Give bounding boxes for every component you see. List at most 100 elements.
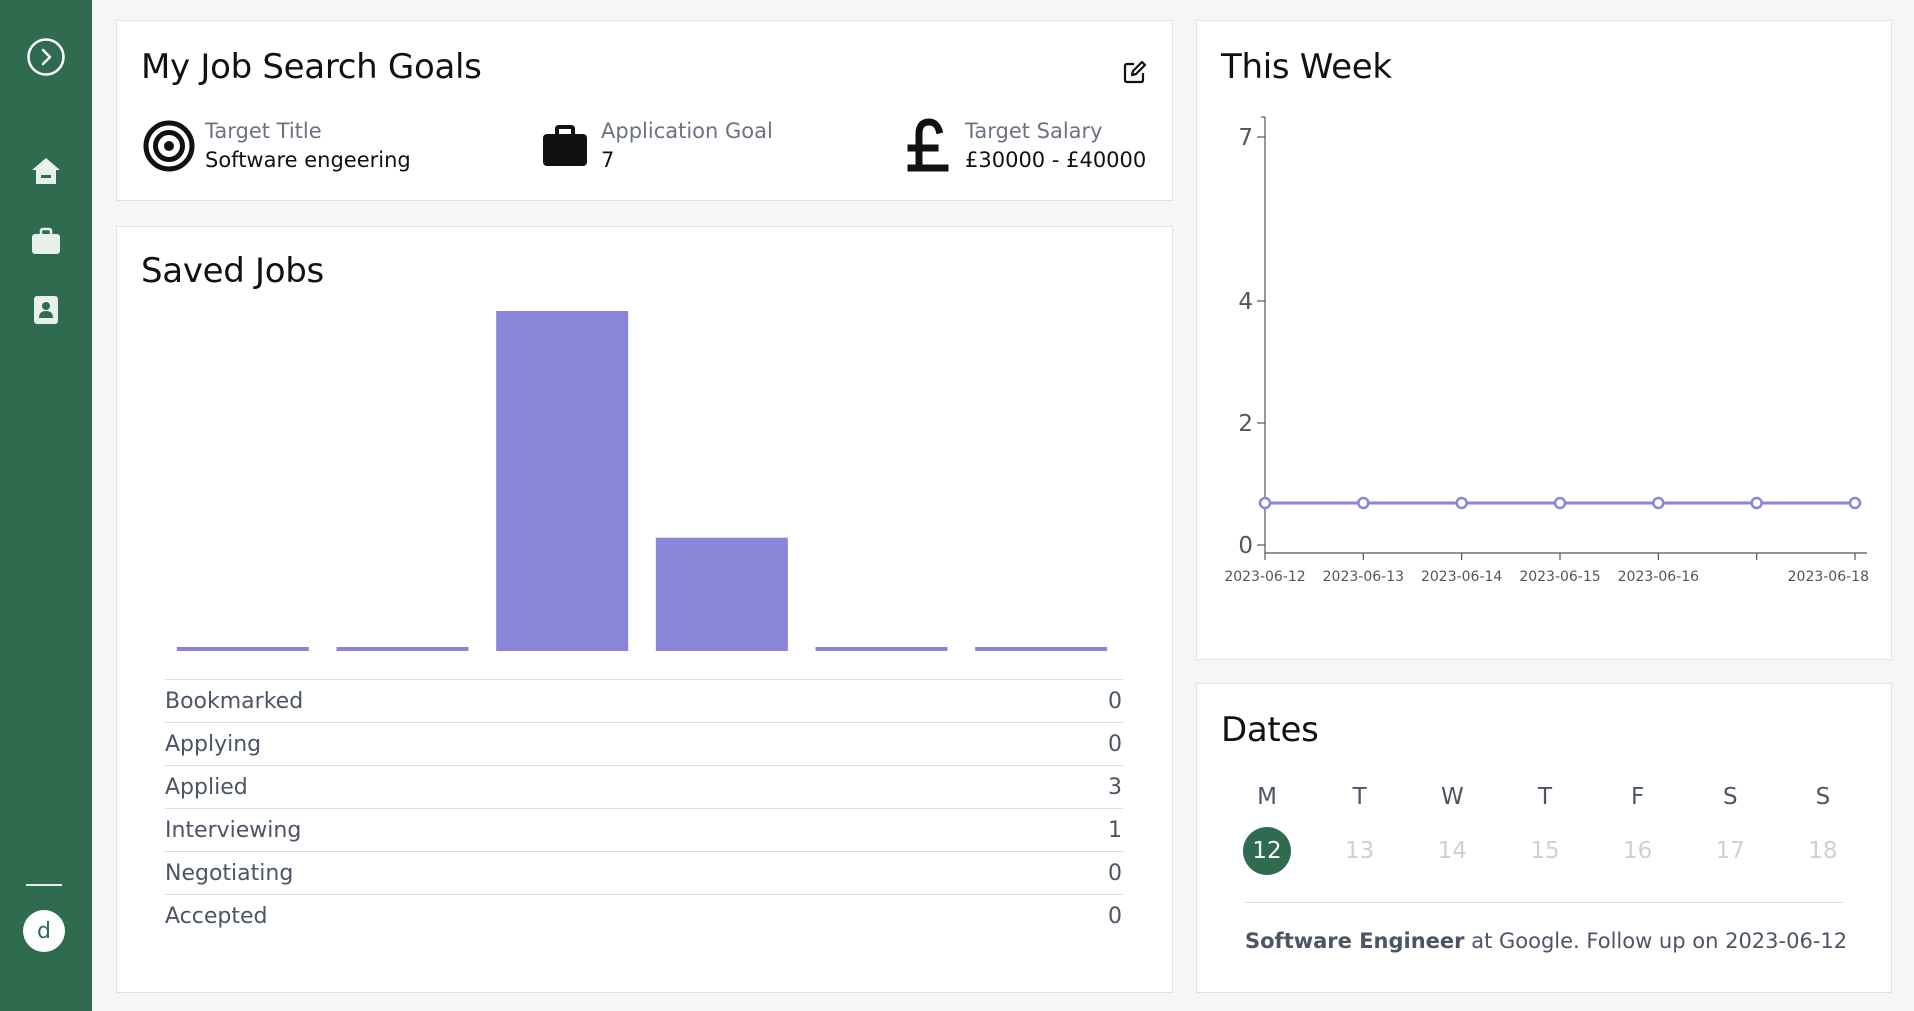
goal-value: Software engeering xyxy=(205,148,411,172)
sidebar-toggle-button[interactable] xyxy=(0,32,92,82)
table-row[interactable]: Applying 0 xyxy=(165,722,1123,765)
status-label: Bookmarked xyxy=(165,688,304,714)
day-cell[interactable]: 13 xyxy=(1314,827,1406,875)
this-week-card: This Week 0 2 4 7 2023-06-12 2023-06-13 2023-0… xyxy=(1196,20,1892,660)
data-point xyxy=(1848,496,1862,510)
goal-value: £30000 - £40000 xyxy=(965,148,1147,172)
y-tick-label: 0 xyxy=(1238,533,1253,559)
job-search-goals-card: My Job Search Goals Target Title Softwar… xyxy=(116,20,1173,201)
table-row[interactable]: Applied 3 xyxy=(165,765,1123,808)
event-title: Software Engineer xyxy=(1245,929,1465,953)
data-point xyxy=(1750,496,1763,510)
day-cell[interactable]: 15 xyxy=(1499,827,1591,875)
briefcase-icon xyxy=(32,227,60,254)
goal-label: Application Goal xyxy=(601,119,773,143)
goal-target-salary: Target Salary £30000 - £40000 xyxy=(901,117,1146,175)
saved-jobs-bar-chart xyxy=(176,311,1108,651)
status-label: Accepted xyxy=(165,903,268,929)
sidebar-item-contacts[interactable] xyxy=(0,285,92,335)
status-count: 3 xyxy=(1108,774,1122,800)
weekday-label: W xyxy=(1440,784,1464,810)
x-tick-label: 2023-06-12 xyxy=(1224,569,1305,585)
home-icon xyxy=(32,158,60,184)
table-row[interactable]: Interviewing 1 xyxy=(165,808,1123,851)
weekday-label: S xyxy=(1722,784,1738,810)
day-number: 17 xyxy=(1715,838,1745,864)
day-number: 16 xyxy=(1622,838,1653,864)
x-tick-label: 2023-06-14 xyxy=(1421,569,1502,585)
briefcase-icon xyxy=(537,118,593,174)
day-cell[interactable]: 14 xyxy=(1406,827,1498,875)
status-count: 0 xyxy=(1108,688,1122,714)
goal-application: Application Goal 7 xyxy=(537,117,773,175)
status-count: 0 xyxy=(1108,731,1122,757)
bar-negotiating xyxy=(815,647,948,651)
table-row[interactable]: Negotiating 0 xyxy=(165,851,1123,894)
edit-goals-button[interactable] xyxy=(1122,59,1148,85)
weekday-label: T xyxy=(1352,784,1367,810)
dates-card: Dates M T W T F S S 12 13 14 15 16 17 18… xyxy=(1196,683,1892,993)
dates-divider xyxy=(1245,902,1843,903)
saved-jobs-status-table: Bookmarked 0 Applying 0 Applied 3 Interview… xyxy=(165,679,1123,937)
weekday-label: F xyxy=(1631,784,1645,810)
status-label: Negotiating xyxy=(165,860,294,886)
status-label: Applied xyxy=(165,774,248,800)
sidebar-divider xyxy=(26,884,62,886)
data-point xyxy=(1455,496,1468,510)
x-tick-label: 2023-06-15 xyxy=(1519,569,1600,585)
status-count: 1 xyxy=(1108,817,1122,843)
day-cell[interactable]: 18 xyxy=(1777,827,1869,875)
status-label: Applying xyxy=(165,731,262,757)
table-row[interactable]: Accepted 0 xyxy=(165,894,1123,937)
edit-icon xyxy=(1123,60,1147,84)
day-cell[interactable]: 17 xyxy=(1684,827,1776,875)
status-label: Interviewing xyxy=(165,817,302,843)
bar-accepted xyxy=(975,647,1108,651)
day-number-row: 12 13 14 15 16 17 18 xyxy=(1221,827,1869,875)
day-number: 15 xyxy=(1530,838,1560,864)
data-point xyxy=(1652,496,1665,510)
sidebar: d xyxy=(0,0,92,1011)
goals-title: My Job Search Goals xyxy=(141,47,482,87)
event-item[interactable]: Software Engineer at Google. Follow up o… xyxy=(1245,929,1847,953)
avatar[interactable]: d xyxy=(23,910,65,952)
sidebar-item-jobs[interactable] xyxy=(0,216,92,266)
data-point xyxy=(1258,496,1272,510)
sidebar-item-home[interactable] xyxy=(0,146,92,196)
saved-jobs-title: Saved Jobs xyxy=(141,251,324,291)
y-tick-label: 2 xyxy=(1238,411,1253,437)
weekday-label: M xyxy=(1257,784,1277,810)
day-number: 13 xyxy=(1345,838,1375,864)
day-number: 12 xyxy=(1243,827,1291,875)
goal-label: Target Title xyxy=(205,119,322,143)
bar-interviewing xyxy=(655,537,788,651)
chevron-right-circle-icon xyxy=(27,38,65,76)
event-text: at Google. Follow up on 2023-06-12 xyxy=(1464,929,1848,953)
bar-bookmarked xyxy=(176,647,309,651)
day-cell[interactable]: 16 xyxy=(1592,827,1684,875)
dates-title: Dates xyxy=(1221,710,1319,750)
target-icon xyxy=(141,118,197,174)
x-tick-label: 2023-06-13 xyxy=(1323,569,1404,585)
pound-icon xyxy=(901,118,957,174)
status-count: 0 xyxy=(1108,903,1122,929)
weekday-label: S xyxy=(1815,784,1831,810)
goal-value: 7 xyxy=(601,148,615,172)
table-row[interactable]: Bookmarked 0 xyxy=(165,679,1123,722)
y-tick-label: 4 xyxy=(1238,289,1253,315)
this-week-line-chart: 0 2 4 7 2023-06-12 2023-06-13 2023-06-14 2023-0… xyxy=(1224,116,1869,585)
goal-label: Target Salary xyxy=(965,119,1103,143)
day-number: 18 xyxy=(1808,838,1838,864)
data-point xyxy=(1553,496,1567,510)
bar-applying xyxy=(336,647,469,651)
saved-jobs-card: Saved Jobs Bookmarked 0 Applying 0 Applied… xyxy=(116,226,1173,993)
day-number: 14 xyxy=(1437,838,1467,864)
weekday-label: T xyxy=(1537,784,1552,810)
data-point xyxy=(1357,496,1370,510)
day-cell-selected[interactable]: 12 xyxy=(1221,827,1313,875)
goal-target-title: Target Title Software engeering xyxy=(141,117,411,175)
y-tick-label: 7 xyxy=(1238,125,1253,151)
weekday-header-row: M T W T F S S xyxy=(1221,784,1869,810)
x-tick-label: 2023-06-16 xyxy=(1618,569,1699,585)
bar-applied xyxy=(496,311,629,651)
